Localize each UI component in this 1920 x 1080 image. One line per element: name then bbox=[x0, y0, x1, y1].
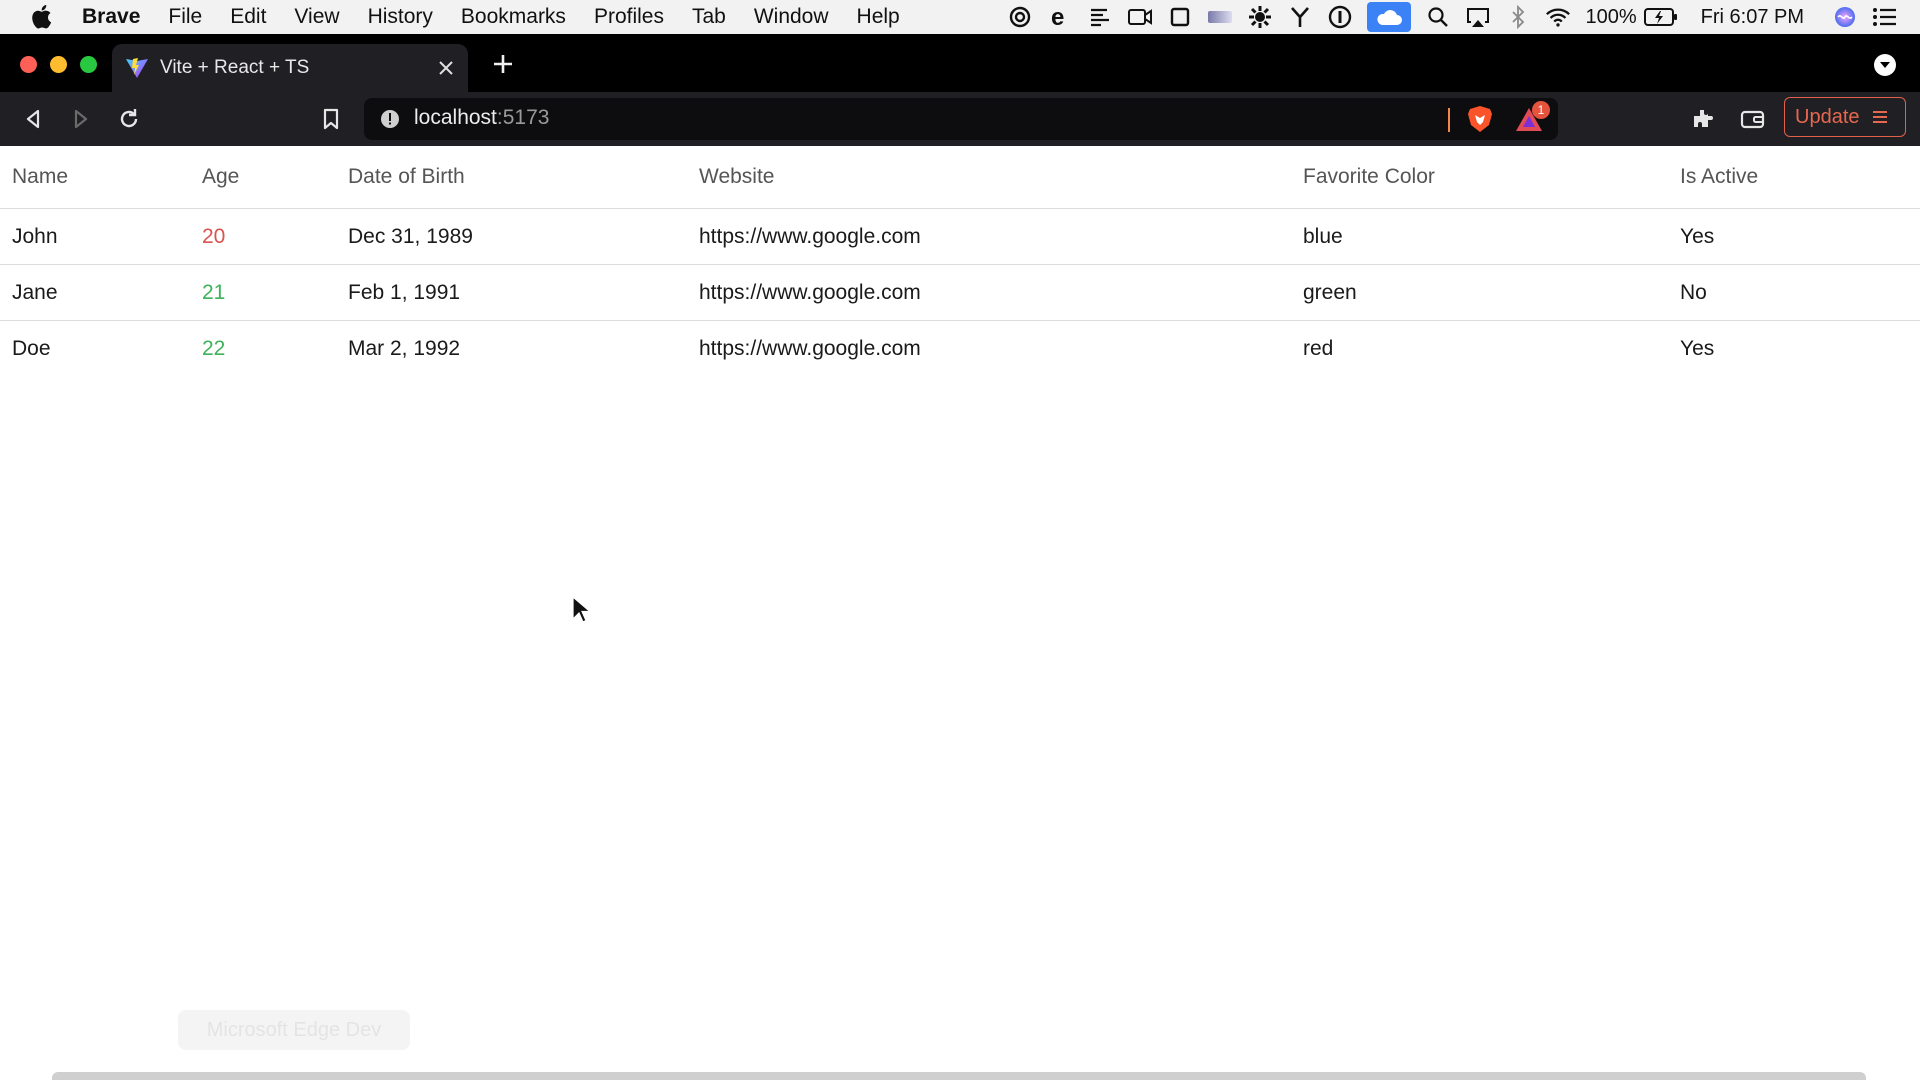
rewards-badge: 1 bbox=[1532, 101, 1550, 119]
cell-age: 21 bbox=[190, 264, 336, 321]
cell-website: https://www.google.com bbox=[687, 208, 1291, 265]
menu-clock[interactable]: Fri 6:07 PM bbox=[1701, 6, 1804, 29]
wifi-icon[interactable] bbox=[1545, 4, 1571, 30]
update-button[interactable]: Update bbox=[1784, 97, 1906, 137]
password-manager-icon[interactable] bbox=[1327, 4, 1353, 30]
header-favorite-color: Favorite Color bbox=[1291, 146, 1668, 209]
cell-name: John bbox=[0, 208, 190, 265]
tab-search-icon[interactable] bbox=[1874, 54, 1896, 76]
cloud-icon[interactable] bbox=[1367, 2, 1412, 32]
tab-title: Vite + React + TS bbox=[160, 57, 310, 78]
brave-rewards-icon[interactable]: 1 bbox=[1514, 101, 1550, 135]
menu-edit[interactable]: Edit bbox=[230, 5, 266, 29]
address-url[interactable]: localhost:5173 bbox=[414, 106, 549, 130]
menu-tab[interactable]: Tab bbox=[692, 5, 726, 29]
cell-website: https://www.google.com bbox=[687, 264, 1291, 321]
bookmark-icon[interactable] bbox=[316, 104, 346, 134]
cell-dob: Dec 31, 1989 bbox=[336, 208, 687, 265]
mouse-cursor-icon bbox=[572, 595, 592, 624]
tab-active[interactable]: Vite + React + TS bbox=[112, 44, 468, 92]
cell-active: Yes bbox=[1668, 208, 1920, 265]
svg-text:e: e bbox=[1051, 5, 1064, 29]
swirl-icon[interactable] bbox=[1007, 4, 1033, 30]
battery-percent: 100% bbox=[1585, 5, 1637, 28]
window-icon[interactable] bbox=[1167, 4, 1193, 30]
header-age: Age bbox=[190, 146, 336, 209]
table-row: Jane 21 Feb 1, 1991 https://www.google.c… bbox=[0, 264, 1920, 321]
menu-app-name[interactable]: Brave bbox=[82, 5, 140, 29]
zoom-window-button[interactable] bbox=[80, 56, 97, 73]
bluetooth-icon[interactable] bbox=[1505, 4, 1531, 30]
url-separator bbox=[1448, 108, 1450, 132]
table-row: Doe 22 Mar 2, 1992 https://www.google.co… bbox=[0, 321, 1920, 377]
siri-icon[interactable] bbox=[1832, 4, 1858, 30]
menu-file[interactable]: File bbox=[168, 5, 202, 29]
back-icon[interactable] bbox=[18, 104, 48, 134]
forward-icon[interactable] bbox=[66, 104, 96, 134]
cell-color: green bbox=[1291, 264, 1668, 321]
vite-icon bbox=[124, 55, 150, 81]
page-content: Name Age Date of Birth Website Favorite … bbox=[0, 146, 1920, 1080]
address-bar[interactable]: localhost:5173 1 bbox=[364, 98, 1558, 140]
wallet-icon[interactable] bbox=[1738, 104, 1768, 134]
menu-help[interactable]: Help bbox=[857, 5, 900, 29]
gear-icon[interactable] bbox=[1247, 4, 1273, 30]
menu-window[interactable]: Window bbox=[754, 5, 829, 29]
cell-active: No bbox=[1668, 264, 1920, 321]
table-row: John 20 Dec 31, 1989 https://www.google.… bbox=[0, 208, 1920, 265]
url-port: :5173 bbox=[496, 106, 550, 129]
update-label: Update bbox=[1795, 105, 1860, 128]
text-lines-icon[interactable] bbox=[1087, 4, 1113, 30]
minimize-window-button[interactable] bbox=[50, 56, 67, 73]
airplay-icon[interactable] bbox=[1465, 4, 1491, 30]
extensions-icon[interactable] bbox=[1688, 104, 1718, 134]
cell-active: Yes bbox=[1680, 336, 1715, 360]
reload-icon[interactable] bbox=[114, 104, 144, 134]
menu-history[interactable]: History bbox=[368, 5, 433, 29]
header-name: Name bbox=[0, 146, 190, 209]
site-info-icon[interactable] bbox=[380, 109, 400, 129]
apple-menu-icon[interactable] bbox=[28, 3, 56, 31]
table-header-row: Name Age Date of Birth Website Favorite … bbox=[0, 146, 1920, 209]
search-icon[interactable] bbox=[1425, 4, 1451, 30]
cell-name: Jane bbox=[0, 264, 190, 321]
browser-toolbar: localhost:5173 1 Update bbox=[0, 92, 1920, 146]
tab-strip: Vite + React + TS bbox=[0, 34, 1920, 92]
cell-color: blue bbox=[1291, 208, 1668, 265]
dock-tooltip: Microsoft Edge Dev bbox=[178, 1010, 410, 1050]
close-tab-icon[interactable] bbox=[434, 56, 458, 80]
header-website: Website bbox=[687, 146, 1291, 209]
cell-website: https://www.google.com bbox=[699, 336, 921, 360]
cell-name: Doe bbox=[12, 336, 51, 360]
header-is-active: Is Active bbox=[1668, 146, 1920, 209]
close-window-button[interactable] bbox=[20, 56, 37, 73]
brave-shields-icon[interactable] bbox=[1466, 105, 1494, 133]
people-table: Name Age Date of Birth Website Favorite … bbox=[0, 146, 1920, 376]
cell-age: 20 bbox=[190, 208, 336, 265]
display-gradient-icon[interactable] bbox=[1207, 4, 1233, 30]
cell-dob: Mar 2, 1992 bbox=[348, 336, 461, 360]
fork-icon[interactable] bbox=[1287, 4, 1313, 30]
battery-charging-icon[interactable] bbox=[1643, 4, 1679, 30]
hamburger-menu-icon bbox=[1872, 108, 1890, 126]
menu-bookmarks[interactable]: Bookmarks bbox=[461, 5, 566, 29]
cell-age: 22 bbox=[202, 336, 226, 360]
cell-dob: Feb 1, 1991 bbox=[336, 264, 687, 321]
new-tab-button[interactable] bbox=[488, 49, 518, 79]
control-center-icon[interactable] bbox=[1872, 4, 1898, 30]
cell-color: red bbox=[1303, 336, 1334, 360]
url-host: localhost bbox=[414, 106, 497, 129]
video-record-icon[interactable] bbox=[1127, 4, 1153, 30]
menu-profiles[interactable]: Profiles bbox=[594, 5, 664, 29]
dock-edge bbox=[52, 1072, 1866, 1080]
header-dob: Date of Birth bbox=[336, 146, 687, 209]
edge-icon[interactable]: e bbox=[1047, 4, 1073, 30]
menu-view[interactable]: View bbox=[294, 5, 339, 29]
menu-bar: Brave File Edit View History Bookmarks P… bbox=[0, 0, 1920, 34]
